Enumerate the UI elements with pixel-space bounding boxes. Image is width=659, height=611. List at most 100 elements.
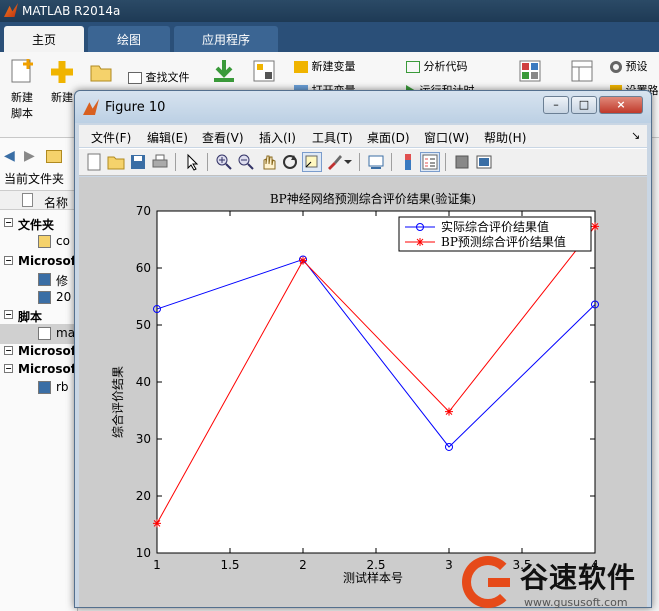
maximize-button[interactable]: □ bbox=[571, 96, 597, 114]
file-list-item-label: rb bbox=[56, 380, 69, 394]
file-list-item[interactable]: − 脚本 bbox=[0, 306, 78, 326]
x-axis-label: 测试样本号 bbox=[343, 570, 403, 585]
link-icon[interactable] bbox=[367, 153, 385, 171]
data-point[interactable] bbox=[153, 519, 161, 528]
watermark: 谷速软件 www.gususoft.com bbox=[462, 552, 659, 611]
expand-toggle-icon[interactable]: − bbox=[4, 256, 13, 265]
folder-icon bbox=[90, 65, 112, 82]
rotate-icon[interactable] bbox=[281, 153, 299, 171]
window-layout-icon bbox=[571, 60, 593, 82]
menu-edit[interactable]: 编辑(E) bbox=[147, 129, 188, 146]
file-list-item[interactable]: − 文件夹 bbox=[0, 214, 78, 234]
new-icon[interactable] bbox=[85, 153, 103, 171]
open-icon[interactable] bbox=[107, 153, 125, 171]
toolbar-separator bbox=[207, 153, 208, 171]
save-icon[interactable] bbox=[129, 153, 147, 171]
file-list-item[interactable]: rb bbox=[0, 378, 78, 398]
file-list-item[interactable]: − Microsof bbox=[0, 252, 78, 272]
chart-svg[interactable]: 1 1.5 2 2.5 3 3.5 410203040506070 BP神经网络预测综合评价… bbox=[79, 177, 647, 607]
colorbar-icon[interactable] bbox=[399, 153, 417, 171]
window-layout-button[interactable] bbox=[570, 60, 594, 85]
file-list-item[interactable]: 修 bbox=[0, 270, 78, 290]
y-tick-label: 60 bbox=[136, 261, 151, 275]
data-cursor-icon[interactable] bbox=[302, 152, 322, 172]
expand-toggle-icon[interactable]: − bbox=[4, 364, 13, 373]
figure-window: Figure 10 – □ × 文件(F) 编辑(E) 查看(V) 插入(I) … bbox=[74, 90, 652, 608]
close-button[interactable]: × bbox=[599, 96, 643, 114]
file-list-item[interactable]: − Microsof bbox=[0, 342, 78, 362]
word-doc-icon bbox=[38, 381, 51, 394]
menu-help[interactable]: 帮助(H) bbox=[484, 129, 526, 146]
y-tick-label: 20 bbox=[136, 489, 151, 503]
find-files-button[interactable]: 查找文件 bbox=[128, 69, 190, 85]
menu-file[interactable]: 文件(F) bbox=[91, 129, 131, 146]
layout-icon bbox=[519, 60, 541, 82]
file-list-item[interactable]: 20 bbox=[0, 288, 78, 308]
show-plottools-icon[interactable] bbox=[475, 153, 493, 171]
tab-home[interactable]: 主页 bbox=[4, 26, 84, 52]
brush-icon[interactable] bbox=[325, 153, 343, 171]
data-point[interactable] bbox=[591, 222, 599, 231]
word-doc-icon bbox=[38, 291, 51, 304]
x-tick-label: 1 bbox=[153, 558, 161, 572]
legend[interactable]: 实际综合评价结果值BP预测综合评价结果值 bbox=[398, 216, 592, 252]
pointer-icon[interactable] bbox=[183, 153, 201, 171]
preferences-button[interactable]: 预设 bbox=[610, 58, 648, 74]
new-variable-button[interactable]: 新建变量 bbox=[294, 58, 356, 74]
zoom-out-icon[interactable] bbox=[237, 153, 255, 171]
expand-toggle-icon[interactable]: − bbox=[4, 310, 13, 319]
menu-view[interactable]: 查看(V) bbox=[202, 129, 244, 146]
name-column-header: 名称 bbox=[44, 196, 69, 210]
y-tick-label: 70 bbox=[136, 204, 151, 218]
file-list-item-label: 20 bbox=[56, 290, 72, 304]
word-doc-icon bbox=[38, 273, 51, 286]
matlab-title: MATLAB R2014a bbox=[22, 4, 121, 18]
new-script-icon bbox=[11, 59, 33, 83]
figure-title-bar[interactable]: Figure 10 – □ × bbox=[75, 91, 651, 123]
data-point[interactable] bbox=[416, 238, 424, 246]
back-arrow-icon[interactable]: ◀ bbox=[4, 148, 15, 164]
file-list-item-label: 脚本 bbox=[18, 310, 43, 324]
print-icon[interactable] bbox=[151, 153, 169, 171]
file-list-item-label: 文件夹 bbox=[18, 218, 55, 232]
file-list-item[interactable]: ma bbox=[0, 324, 78, 344]
tab-apps[interactable]: 应用程序 bbox=[174, 26, 278, 52]
x-tick-label: 2 bbox=[299, 558, 307, 572]
figure-menu-bar: 文件(F) 编辑(E) 查看(V) 插入(I) 工具(T) 桌面(D) 窗口(W… bbox=[79, 125, 647, 147]
file-list-item[interactable]: co bbox=[0, 232, 78, 252]
workspace-icon bbox=[253, 60, 275, 82]
import-data-button[interactable] bbox=[212, 58, 236, 87]
menu-window[interactable]: 窗口(W) bbox=[424, 129, 469, 146]
data-point[interactable] bbox=[299, 256, 307, 265]
minimize-button[interactable]: – bbox=[543, 96, 569, 114]
file-list-header[interactable]: 名称 bbox=[0, 190, 78, 210]
data-point[interactable] bbox=[445, 407, 453, 416]
legend-entry: BP预测综合评价结果值 bbox=[441, 234, 566, 249]
current-folder-title: 当前文件夹 bbox=[4, 172, 65, 186]
menu-desktop[interactable]: 桌面(D) bbox=[367, 129, 410, 146]
forward-arrow-icon[interactable]: ▶ bbox=[24, 148, 35, 164]
hide-plottools-icon[interactable] bbox=[453, 153, 471, 171]
file-list-item[interactable]: − Microsof bbox=[0, 360, 78, 380]
new-script-button[interactable]: 新建 脚本 bbox=[6, 58, 38, 121]
brush-dropdown-icon[interactable] bbox=[343, 153, 353, 171]
file-list-item-label: 修 bbox=[56, 274, 69, 288]
script-file-icon bbox=[38, 327, 51, 340]
menu-tools[interactable]: 工具(T) bbox=[312, 129, 353, 146]
legend-icon[interactable] bbox=[420, 152, 440, 172]
analyze-code-button[interactable]: 分析代码 bbox=[406, 58, 468, 74]
up-folder-icon[interactable] bbox=[46, 150, 62, 163]
dock-arrow-icon[interactable]: ↘ bbox=[631, 129, 640, 142]
save-workspace-button[interactable] bbox=[252, 60, 276, 87]
zoom-in-icon[interactable] bbox=[215, 153, 233, 171]
expand-toggle-icon[interactable]: − bbox=[4, 218, 13, 227]
pan-icon[interactable] bbox=[259, 153, 277, 171]
nav-bar: ◀ ▶ bbox=[0, 146, 78, 168]
tab-plots[interactable]: 绘图 bbox=[88, 26, 170, 52]
menu-insert[interactable]: 插入(I) bbox=[259, 129, 296, 146]
find-files-icon bbox=[128, 72, 142, 84]
expand-toggle-icon[interactable]: − bbox=[4, 346, 13, 355]
open-button[interactable] bbox=[88, 62, 114, 85]
import-arrow-icon bbox=[214, 60, 234, 82]
layout-button[interactable] bbox=[518, 60, 542, 85]
